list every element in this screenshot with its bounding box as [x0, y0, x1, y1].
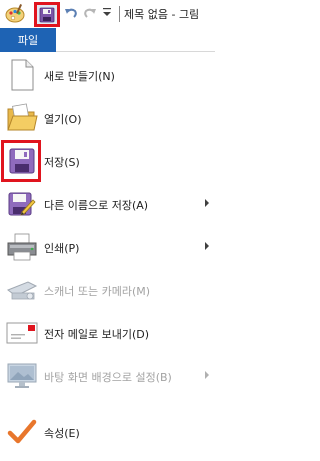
floppy-disk-icon: [39, 7, 55, 22]
submenu-arrow-icon: [205, 199, 209, 207]
toolbar-separator: [119, 6, 120, 22]
menu-item-label: 다른 이름으로 저장(A): [44, 199, 149, 212]
desktop-background-icon: [4, 358, 40, 394]
menu-item-print[interactable]: 인쇄(P): [0, 225, 215, 269]
ribbon-tab-bar: 파일: [0, 28, 215, 52]
paint-palette-icon[interactable]: [4, 3, 26, 25]
checkmark-icon: [4, 414, 40, 450]
menu-item-set-desktop-background: 바탕 화면 배경으로 설정(B): [0, 354, 215, 398]
menu-item-label: 열기(O): [44, 113, 82, 126]
redo-icon[interactable]: [83, 6, 97, 20]
tab-file-label: 파일: [17, 34, 39, 47]
menu-item-new[interactable]: 새로 만들기(N): [0, 53, 215, 97]
menu-item-label: 전자 메일로 보내기(D): [44, 328, 150, 341]
save-as-icon: [4, 186, 40, 222]
quick-access-toolbar: 제목 없음 - 그림: [0, 0, 215, 28]
menu-item-save[interactable]: 저장(S): [0, 139, 215, 183]
email-icon: [4, 315, 40, 351]
scanner-camera-icon: [4, 272, 40, 308]
menu-item-label: 스캐너 또는 카메라(M): [44, 285, 151, 298]
menu-item-open[interactable]: 열기(O): [0, 96, 215, 140]
menu-item-label: 저장(S): [44, 156, 80, 169]
menu-item-properties[interactable]: 속성(E): [0, 410, 215, 454]
save-highlight-box: [1, 140, 41, 182]
new-document-icon: [4, 57, 40, 93]
file-menu: 새로 만들기(N) 열기(O) 저장(S) 다른 이름으로 저장(A) 인쇄(P…: [0, 53, 215, 461]
submenu-arrow-icon: [205, 371, 209, 379]
menu-item-label: 바탕 화면 배경으로 설정(B): [44, 371, 172, 384]
menu-item-label: 인쇄(P): [44, 242, 80, 255]
tab-file[interactable]: 파일: [0, 28, 56, 52]
printer-icon: [4, 229, 40, 265]
menu-item-label: 새로 만들기(N): [44, 70, 115, 83]
menu-item-save-as[interactable]: 다른 이름으로 저장(A): [0, 182, 215, 226]
save-button[interactable]: [34, 2, 60, 27]
window-title: 제목 없음 - 그림: [124, 8, 200, 21]
menu-item-label: 속성(E): [44, 427, 80, 440]
menu-item-send-email[interactable]: 전자 메일로 보내기(D): [0, 311, 215, 355]
submenu-arrow-icon: [205, 242, 209, 250]
undo-icon[interactable]: [64, 6, 78, 20]
open-folder-icon: [4, 100, 40, 136]
chevron-down-icon[interactable]: [101, 4, 113, 20]
menu-item-scanner-camera: 스캐너 또는 카메라(M): [0, 268, 215, 312]
